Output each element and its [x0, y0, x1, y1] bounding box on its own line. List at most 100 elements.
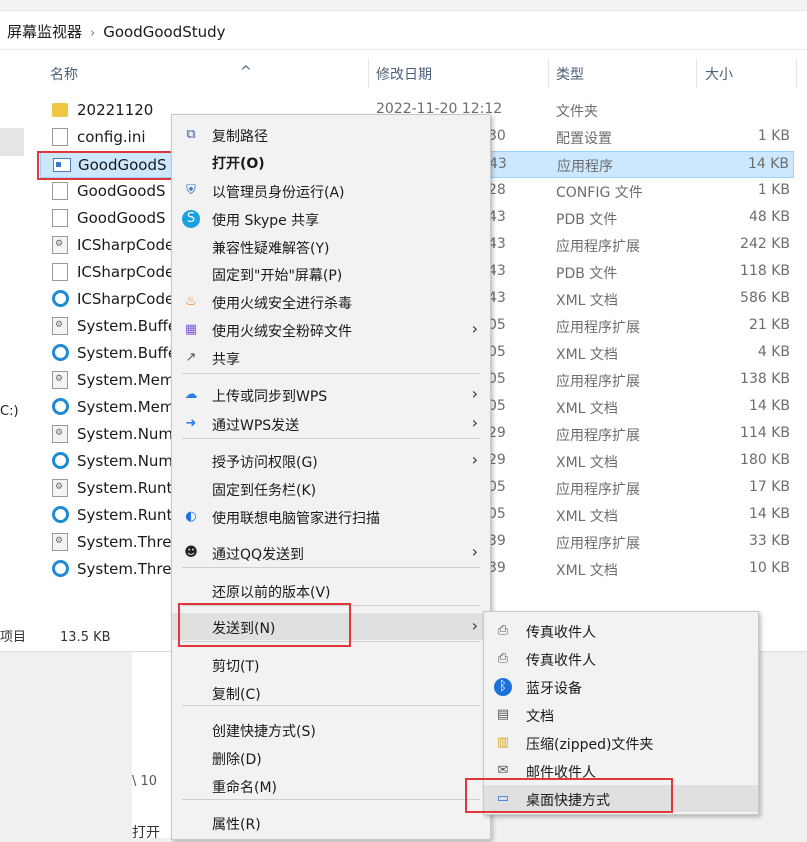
- ie-xml-icon: [52, 506, 69, 523]
- menu-item[interactable]: 兼容性疑难解答(Y): [172, 233, 490, 260]
- menu-item[interactable]: 打开(O): [172, 148, 490, 175]
- menu-item[interactable]: ᛒ 蓝牙设备: [484, 673, 758, 700]
- menu-separator: [182, 438, 480, 439]
- chevron-right-icon: ›: [471, 384, 478, 403]
- file-type: 应用程序扩展: [556, 482, 640, 498]
- menu-item[interactable]: ↗ 共享: [172, 344, 490, 371]
- menu-item[interactable]: 删除(D): [172, 744, 490, 771]
- menu-item[interactable]: 还原以前的版本(V): [172, 577, 490, 604]
- menu-item-label: 授予访问权限(G): [212, 455, 318, 471]
- menu-item-label: 传真收件人: [526, 625, 596, 641]
- menu-item[interactable]: 属性(R): [172, 809, 490, 836]
- chevron-right-icon: ›: [471, 616, 478, 635]
- status-selection-size: 13.5 KB: [60, 630, 111, 645]
- menu-item-label: 复制(C): [212, 687, 261, 703]
- menu-item[interactable]: ▥ 压缩(zipped)文件夹: [484, 729, 758, 756]
- highlight-box-desktop-shortcut: [465, 778, 673, 813]
- file-type: 应用程序扩展: [556, 536, 640, 552]
- menu-item-label: 兼容性疑难解答(Y): [212, 241, 330, 257]
- menu-item[interactable]: ▤ 文档: [484, 701, 758, 728]
- chevron-right-icon[interactable]: ›: [90, 26, 95, 41]
- menu-item-label: 通过QQ发送到: [212, 547, 305, 563]
- shredder-icon: ▦: [184, 322, 198, 337]
- col-modified[interactable]: 修改日期: [376, 64, 432, 84]
- file-icon: [52, 263, 68, 281]
- column-divider[interactable]: [696, 58, 697, 88]
- file-date: 43: [489, 156, 507, 172]
- menu-item[interactable]: ⎙ 传真收件人: [484, 617, 758, 644]
- menu-item-label: 固定到"开始"屏幕(P): [212, 268, 343, 284]
- menu-item[interactable]: 复制(C): [172, 679, 490, 706]
- documents-icon: ▤: [496, 707, 510, 722]
- menu-item[interactable]: ▦ 使用火绒安全粉碎文件 ›: [172, 316, 490, 343]
- menu-item[interactable]: 重命名(M): [172, 772, 490, 799]
- menu-item[interactable]: ♨ 使用火绒安全进行杀毒: [172, 288, 490, 315]
- navigation-pane: C:): [0, 50, 28, 650]
- ie-xml-icon: [52, 290, 69, 307]
- file-size: 10 KB: [748, 560, 790, 576]
- settings-file-icon: [52, 128, 68, 146]
- file-size: 586 KB: [740, 290, 790, 306]
- breadcrumb-root[interactable]: 屏幕监视器: [7, 23, 82, 41]
- fax-icon: ⎙: [497, 623, 509, 638]
- bluetooth-icon: ᛒ: [494, 678, 512, 696]
- menu-item[interactable]: ⧉ 复制路径: [172, 121, 490, 148]
- background-text-2: 打开: [132, 825, 160, 841]
- chevron-right-icon: ›: [471, 319, 478, 338]
- column-divider[interactable]: [796, 58, 797, 88]
- ie-xml-icon: [52, 398, 69, 415]
- menu-separator: [182, 705, 480, 706]
- menu-item-label: 蓝牙设备: [526, 681, 582, 697]
- highlight-box-send-to: [178, 603, 351, 647]
- file-size: 114 KB: [740, 425, 790, 441]
- file-size: 14 KB: [748, 398, 790, 414]
- menu-item[interactable]: ⎙ 传真收件人: [484, 645, 758, 672]
- menu-item[interactable]: 固定到"开始"屏幕(P): [172, 260, 490, 287]
- menu-item-label: 固定到任务栏(K): [212, 483, 317, 499]
- menu-item[interactable]: ◐ 使用联想电脑管家进行扫描: [172, 503, 490, 530]
- menu-item[interactable]: ☁ 上传或同步到WPS ›: [172, 381, 490, 408]
- skype-icon: S: [182, 210, 200, 228]
- nav-selected-item[interactable]: [0, 128, 24, 156]
- menu-item[interactable]: S 使用 Skype 共享: [172, 205, 490, 232]
- column-divider[interactable]: [548, 58, 549, 88]
- file-type: 应用程序扩展: [556, 428, 640, 444]
- menu-item-label: 复制路径: [212, 129, 268, 145]
- dll-icon: [52, 533, 68, 551]
- ribbon-edge: [0, 0, 807, 11]
- menu-item[interactable]: ➜ 通过WPS发送 ›: [172, 410, 490, 437]
- file-icon: [52, 209, 68, 227]
- file-type: XML 文档: [556, 563, 618, 579]
- col-type[interactable]: 类型: [556, 64, 584, 84]
- menu-item-label: 删除(D): [212, 752, 262, 768]
- file-type: 配置设置: [556, 131, 612, 147]
- file-type: PDB 文件: [556, 212, 618, 228]
- menu-item-label: 共享: [212, 352, 240, 368]
- file-type: XML 文档: [556, 347, 618, 363]
- menu-item[interactable]: ☻ 通过QQ发送到 ›: [172, 539, 490, 566]
- col-size[interactable]: 大小: [705, 64, 733, 84]
- ie-xml-icon: [52, 560, 69, 577]
- col-name[interactable]: 名称: [50, 64, 78, 84]
- menu-item-label: 使用火绒安全粉碎文件: [212, 324, 352, 340]
- file-size: 1 KB: [757, 128, 790, 144]
- status-bar: 项目 13.5 KB: [0, 626, 111, 645]
- qq-icon: ☻: [184, 545, 198, 560]
- sort-up-icon: ^: [240, 64, 252, 80]
- breadcrumb-current[interactable]: GoodGoodStudy: [103, 23, 225, 41]
- folder-icon: [52, 103, 68, 117]
- column-divider[interactable]: [368, 58, 369, 88]
- chevron-right-icon: ›: [471, 413, 478, 432]
- file-type: 文件夹: [556, 104, 598, 120]
- copy-path-icon: ⧉: [186, 127, 196, 142]
- wps-upload-icon: ☁: [184, 387, 198, 402]
- menu-item[interactable]: 剪切(T): [172, 651, 490, 678]
- nav-drive-c[interactable]: C:): [0, 404, 19, 419]
- menu-item[interactable]: 固定到任务栏(K): [172, 475, 490, 502]
- menu-item-label: 打开(O): [212, 156, 265, 172]
- menu-item[interactable]: 授予访问权限(G) ›: [172, 447, 490, 474]
- address-bar[interactable]: 屏幕监视器 › GoodGoodStudy: [0, 11, 807, 50]
- file-icon: [52, 182, 68, 200]
- menu-item[interactable]: ⛨ 以管理员身份运行(A): [172, 177, 490, 204]
- menu-item[interactable]: 创建快捷方式(S): [172, 716, 490, 743]
